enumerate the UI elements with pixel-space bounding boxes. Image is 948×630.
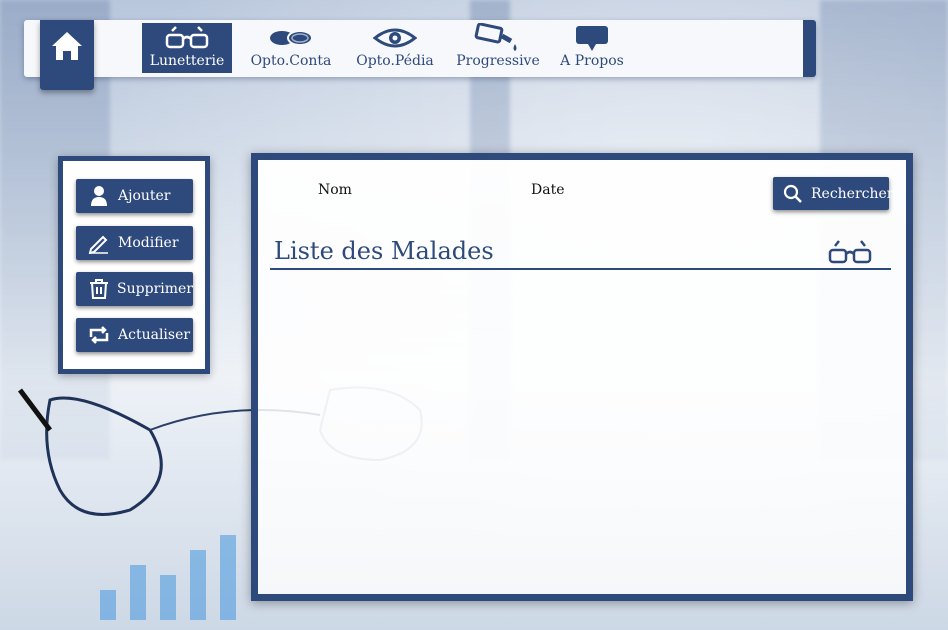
list-title: Liste des Malades: [274, 237, 494, 265]
home-icon: [52, 32, 82, 60]
edit-button[interactable]: Modifier: [76, 226, 193, 260]
edit-button-label: Modifier: [118, 235, 179, 251]
add-button-label: Ajouter: [118, 188, 171, 204]
nav-tab-progressive[interactable]: Progressive: [455, 23, 541, 73]
refresh-icon: [89, 326, 109, 344]
add-button[interactable]: Ajouter: [76, 179, 193, 213]
column-header-nom: Nom: [318, 182, 352, 198]
eye-drops-icon: [474, 23, 517, 51]
list-title-underline: [270, 268, 891, 270]
refresh-button[interactable]: Actualiser: [76, 318, 193, 352]
speech-bubble-icon: [576, 26, 608, 51]
nav-tab-lunetterie[interactable]: Lunetterie: [142, 23, 232, 73]
glasses-icon: [165, 26, 209, 49]
delete-button-label: Supprimer: [117, 281, 193, 297]
patients-panel: Nom Date Rechercher Liste des Malades: [251, 153, 913, 601]
column-header-date: Date: [531, 182, 565, 198]
action-sidebar: Ajouter Modifier Supprimer Actualiser: [58, 156, 210, 374]
nav-tab-opto-pedia[interactable]: Opto.Pédia: [352, 23, 438, 73]
refresh-button-label: Actualiser: [118, 327, 191, 343]
nav-tab-label: Lunetterie: [149, 53, 225, 69]
nav-tab-a-propos[interactable]: A Propos: [555, 23, 629, 73]
navbar-endcap: [803, 20, 816, 77]
search-button[interactable]: Rechercher: [773, 177, 894, 210]
glasses-icon: [828, 240, 872, 264]
nav-tab-label: Progressive: [456, 53, 540, 69]
contact-lens-icon: [270, 30, 313, 46]
nav-tab-label: A Propos: [560, 53, 624, 69]
pencil-icon: [88, 235, 108, 254]
chart-background-image: [90, 530, 260, 620]
delete-button[interactable]: Supprimer: [76, 272, 193, 306]
search-button-label: Rechercher: [811, 185, 894, 202]
list-icon-wrapper: [828, 238, 872, 270]
eye-icon: [373, 28, 417, 48]
home-button[interactable]: [40, 20, 94, 90]
user-icon: [91, 186, 107, 206]
nav-tab-opto-conta[interactable]: Opto.Conta: [245, 23, 337, 73]
trash-icon: [89, 279, 108, 299]
nav-tab-label: Opto.Pédia: [356, 53, 434, 69]
search-icon: [783, 184, 802, 203]
nav-tab-label: Opto.Conta: [250, 53, 332, 69]
